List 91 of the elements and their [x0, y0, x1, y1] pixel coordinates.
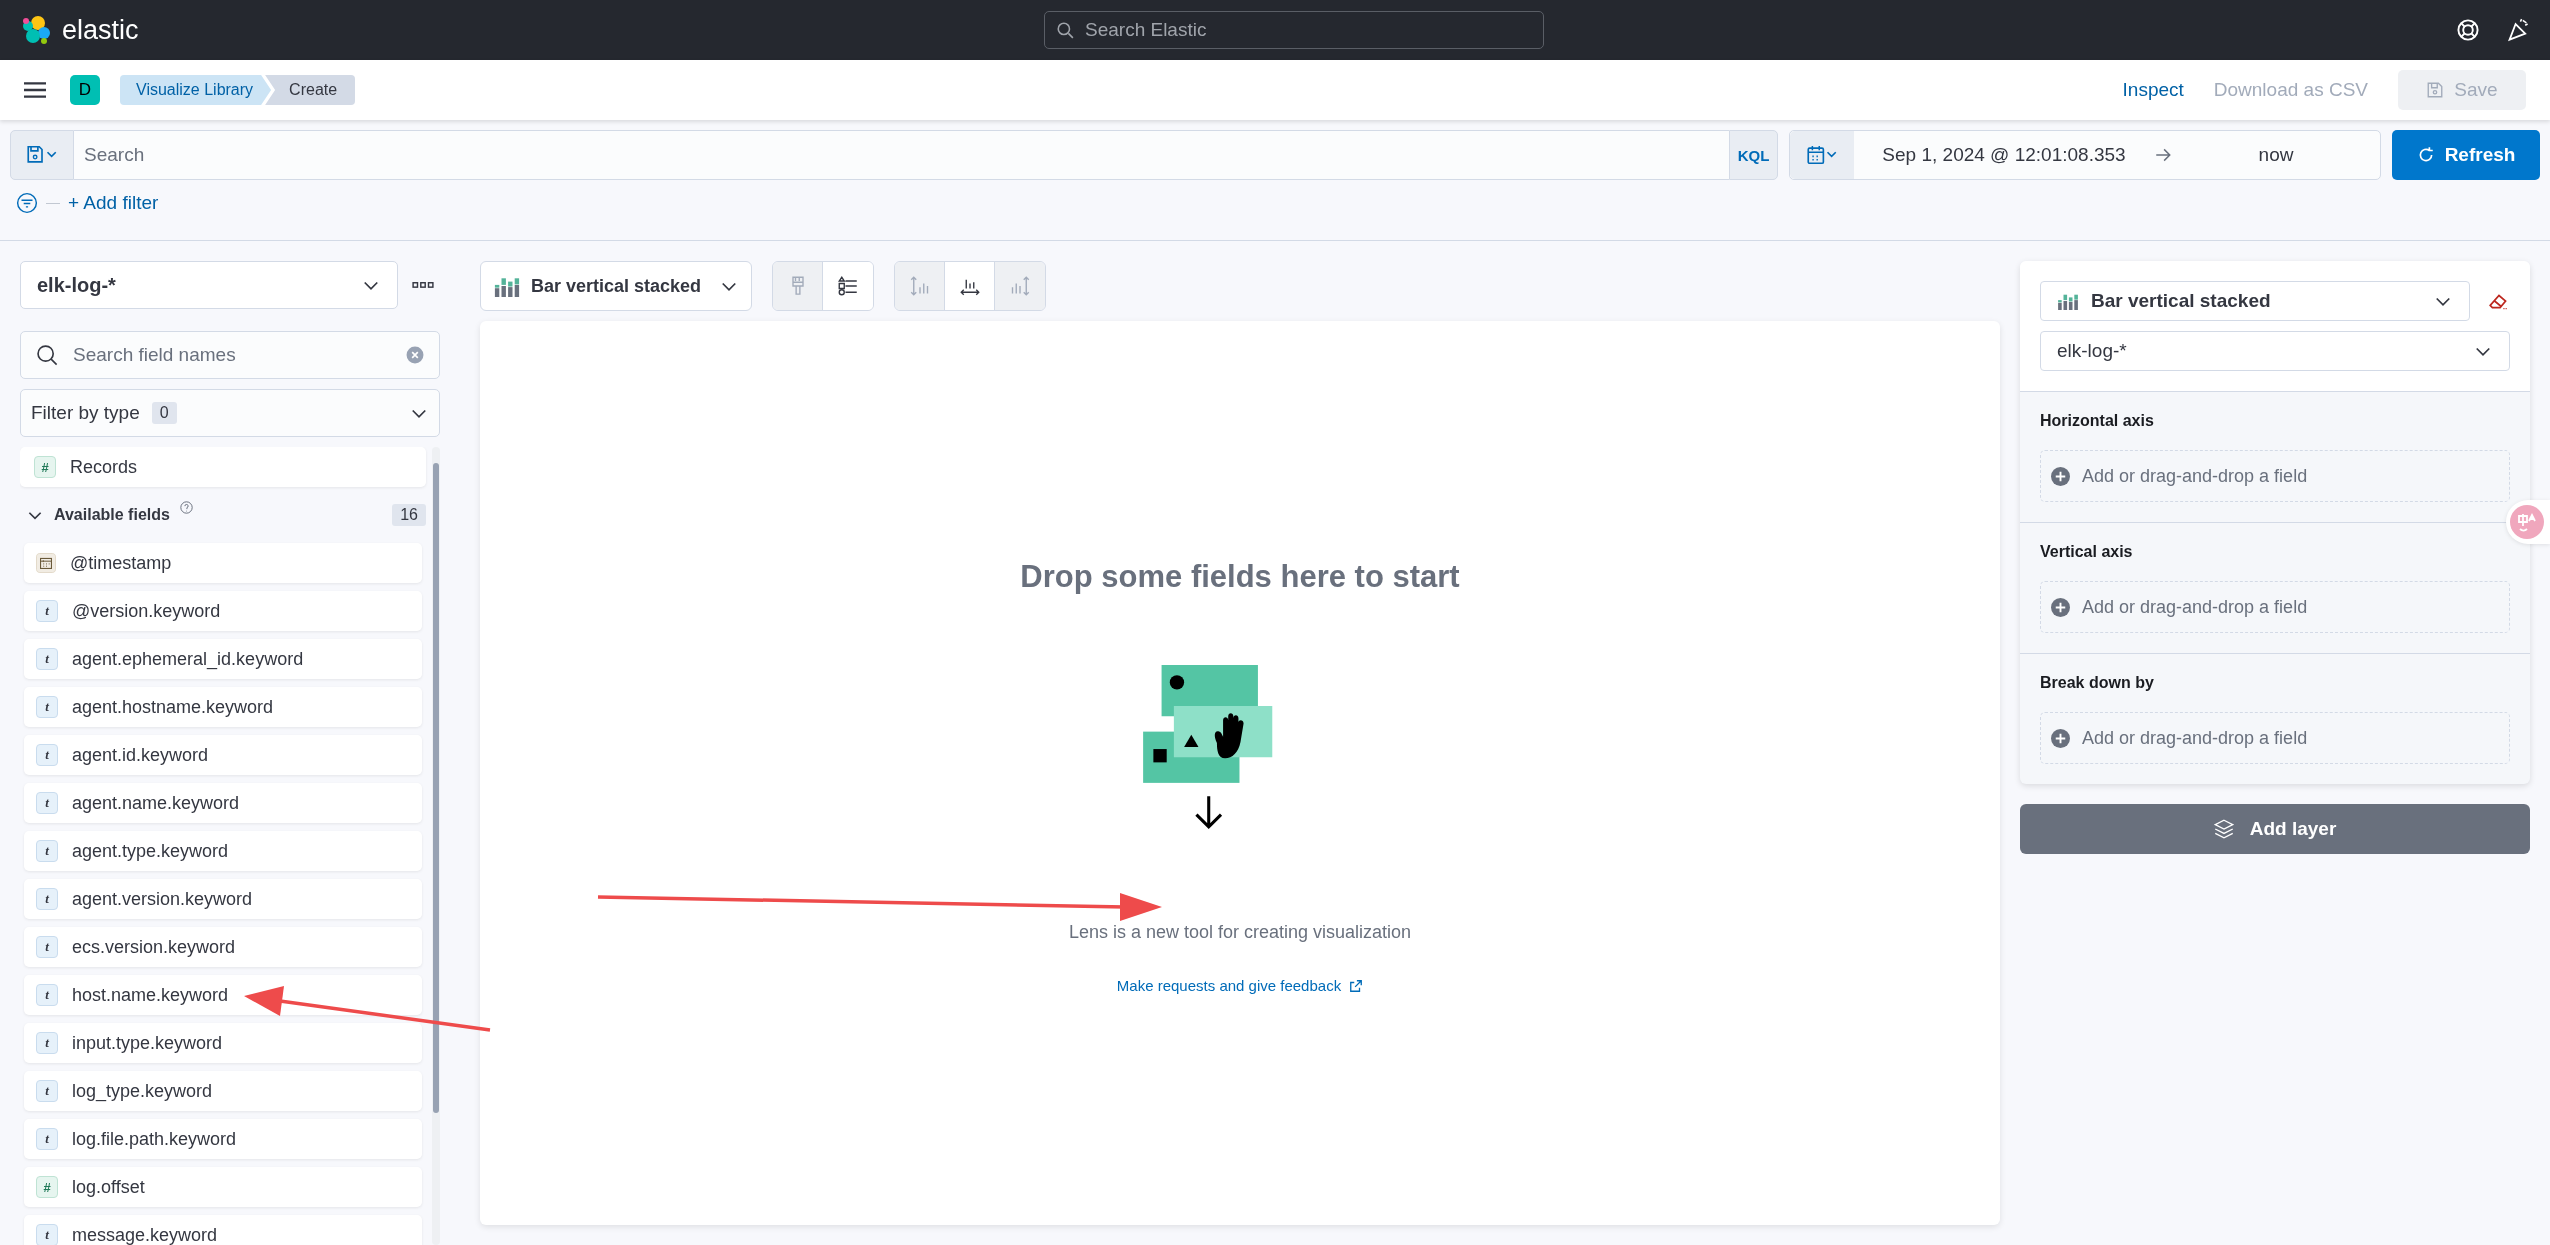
field-item[interactable]: t log_type.keyword — [24, 1071, 422, 1111]
party-icon[interactable] — [2506, 18, 2530, 42]
field-item[interactable]: t input.type.keyword — [24, 1023, 422, 1063]
info-icon — [179, 501, 193, 514]
dimension-drop-zone[interactable]: Add or drag-and-drop a field — [2040, 450, 2510, 502]
filter-by-type-select[interactable]: Filter by type 0 — [20, 389, 440, 437]
field-item[interactable]: t host.name.keyword — [24, 975, 422, 1015]
plus-icon — [2051, 597, 2070, 617]
field-type-icon: t — [36, 696, 58, 718]
breadcrumb[interactable]: Create — [265, 75, 356, 105]
field-item[interactable]: @timestamp — [24, 543, 422, 583]
query-search-field[interactable]: Search — [74, 130, 1729, 180]
field-type-icon: # — [36, 1176, 58, 1198]
field-item[interactable]: # Records — [20, 447, 426, 487]
clear-icon[interactable] — [406, 346, 424, 364]
field-type-icon: t — [36, 888, 58, 910]
add-filter-link[interactable]: + Add filter — [68, 192, 159, 214]
translate-icon — [2510, 505, 2544, 539]
field-type-icon: t — [36, 984, 58, 1006]
layers-icon — [2213, 819, 2234, 839]
legend-button[interactable] — [823, 262, 873, 310]
axis-icon — [1010, 276, 1030, 296]
field-item[interactable]: t @version.keyword — [24, 591, 422, 631]
save-icon — [2426, 81, 2445, 99]
field-item[interactable]: t agent.version.keyword — [24, 879, 422, 919]
global-search-field[interactable]: Search Elastic — [1044, 11, 1544, 49]
field-type-icon: t — [36, 1080, 58, 1102]
header-link[interactable]: Inspect — [2122, 79, 2184, 101]
section-title: Available fields — [54, 506, 170, 524]
menu-icon[interactable] — [24, 81, 46, 99]
dimension-label: Horizontal axis — [2040, 412, 2155, 430]
empty-state-title: Drop some fields here to start — [1020, 559, 1460, 595]
field-item[interactable]: t agent.ephemeral_id.keyword — [24, 639, 422, 679]
layer-index-select[interactable]: elk-log-* — [2040, 331, 2510, 371]
field-type-icon: t — [36, 1032, 58, 1054]
bottom-axis-button[interactable] — [945, 262, 995, 310]
field-item[interactable]: t message.keyword — [24, 1215, 422, 1245]
field-type-icon: t — [36, 1224, 58, 1245]
layer-chart-type-select[interactable]: Bar vertical stacked — [2040, 281, 2470, 321]
eraser-icon[interactable] — [2488, 292, 2510, 310]
logo-text: elastic — [62, 14, 139, 46]
field-type-icon: t — [36, 648, 58, 670]
field-search-field[interactable]: Search field names — [20, 331, 440, 379]
search-icon — [1056, 21, 1074, 39]
field-item[interactable]: t agent.type.keyword — [24, 831, 422, 871]
field-item[interactable]: t agent.name.keyword — [24, 783, 422, 823]
start-date[interactable]: Sep 1, 2024 @ 12:01:08.353 — [1854, 144, 2154, 166]
field-type-icon: t — [36, 792, 58, 814]
field-item[interactable]: t ecs.version.keyword — [24, 927, 422, 967]
quick-select-button[interactable] — [1790, 131, 1854, 179]
empty-state-description: Lens is a new tool for creating visualization — [1068, 922, 1412, 943]
dimension-label: Vertical axis — [2040, 543, 2134, 561]
field-item[interactable]: # log.offset — [24, 1167, 422, 1207]
logo-icon — [20, 14, 52, 46]
query-language-button[interactable]: KQL — [1729, 130, 1778, 180]
search-icon — [36, 344, 58, 366]
plus-icon — [2051, 728, 2070, 748]
filter-icon[interactable] — [16, 192, 38, 214]
external-link-icon — [1349, 978, 1364, 993]
axis-icon — [909, 276, 930, 296]
more-options-icon[interactable] — [412, 280, 434, 290]
field-item[interactable]: t agent.id.keyword — [24, 735, 422, 775]
add-layer-button[interactable]: Add layer — [2020, 804, 2530, 854]
dimension-label: Break down by — [2040, 674, 2155, 692]
field-count: 16 — [392, 504, 426, 526]
field-type-icon: t — [36, 1128, 58, 1150]
plus-icon — [2051, 466, 2070, 486]
field-item[interactable]: t log.file.path.keyword — [24, 1119, 422, 1159]
field-type-icon: t — [36, 840, 58, 862]
help-icon[interactable] — [2456, 18, 2480, 42]
feedback-link[interactable]: Make requests and give feedback — [1116, 977, 1364, 994]
dimension-drop-zone[interactable]: Add or drag-and-drop a field — [2040, 581, 2510, 633]
refresh-button[interactable]: Refresh — [2392, 130, 2540, 180]
arrow-right-icon — [2154, 146, 2172, 164]
calendar-icon — [36, 553, 56, 573]
saved-query-button[interactable] — [10, 130, 74, 180]
field-type-icon: t — [36, 744, 58, 766]
chart-type-select[interactable]: Bar vertical stacked — [480, 261, 752, 311]
breadcrumb[interactable]: Visualize Library — [120, 75, 272, 105]
field-type-icon: t — [36, 600, 58, 622]
field-type-icon: t — [36, 936, 58, 958]
legend-icon — [838, 276, 858, 296]
field-item[interactable]: t agent.hostname.keyword — [24, 687, 422, 727]
bar-chart-icon — [2057, 292, 2079, 310]
bar-chart-icon — [493, 275, 521, 297]
index-pattern-select[interactable]: elk-log-* — [20, 261, 398, 309]
field-type-icon: # — [34, 456, 56, 478]
space-avatar[interactable]: D — [70, 75, 100, 105]
dimension-drop-zone[interactable]: Add or drag-and-drop a field — [2040, 712, 2510, 764]
end-date[interactable]: now — [2172, 144, 2380, 166]
scrollbar[interactable] — [432, 447, 440, 1245]
